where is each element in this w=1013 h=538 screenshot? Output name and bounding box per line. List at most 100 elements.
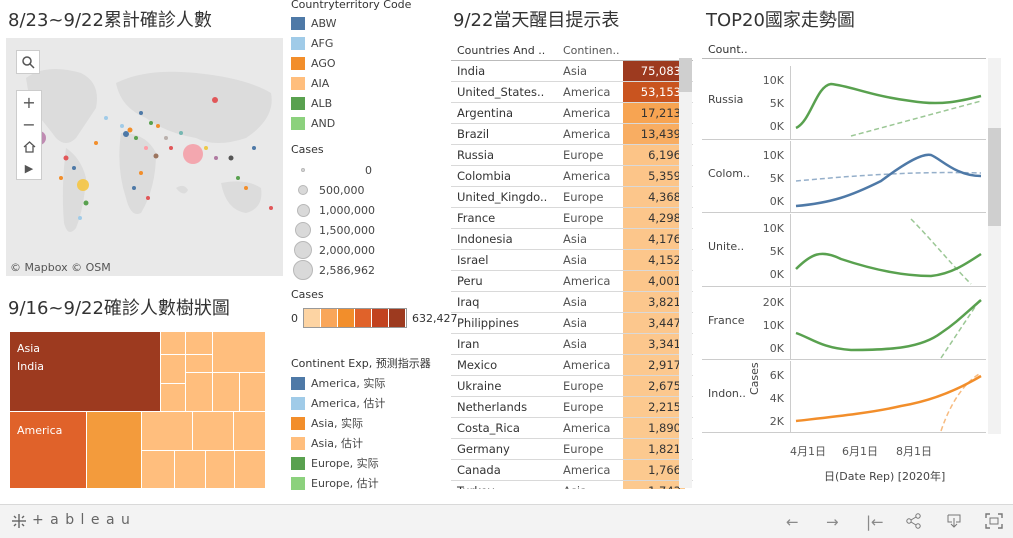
color-ramp-step xyxy=(304,309,321,327)
treemap-cell[interactable] xyxy=(234,450,266,489)
world-map[interactable]: + − ▶ © Mapbox © OSM xyxy=(6,38,283,276)
treemap-cell[interactable] xyxy=(233,411,266,451)
table-row[interactable]: United_Kingdo.. Europe 4,368 xyxy=(451,187,693,208)
table-row[interactable]: TurkeyAsia1,743 xyxy=(451,481,693,489)
cell-value: 53,153 xyxy=(623,82,685,102)
col-country-header[interactable]: Countries And .. xyxy=(451,44,557,57)
table-row[interactable]: Russia Europe 6,196 xyxy=(451,145,693,166)
table-row[interactable]: Israel Asia 4,152 xyxy=(451,250,693,271)
treemap-cell[interactable] xyxy=(174,450,206,489)
country-legend-item[interactable]: AFG xyxy=(291,33,337,53)
trend-panel[interactable]: Colom.. 10K 5K 0K xyxy=(702,141,986,213)
fullscreen-icon[interactable] xyxy=(985,513,1003,529)
table-row[interactable]: Ukraine Europe 2,675 xyxy=(451,376,693,397)
table-row[interactable]: Argentina America 17,213 xyxy=(451,103,693,124)
continent-legend-item[interactable]: Asia, 实际 xyxy=(291,413,385,433)
legend-label: ALB xyxy=(311,96,333,110)
size-legend: 0 500,000 1,000,000 1,500,000 2,000,000 2,586… xyxy=(291,160,375,280)
continent-legend-item[interactable]: Europe, 估计 xyxy=(291,473,385,493)
cell-country: Germany xyxy=(457,442,510,456)
table-row[interactable]: Brazil America 13,439 xyxy=(451,124,693,145)
download-icon[interactable] xyxy=(946,513,962,529)
legend-label: Europe, 实际 xyxy=(311,457,379,470)
treemap-cell[interactable] xyxy=(185,331,213,355)
table-row[interactable]: France Europe 4,298 xyxy=(451,208,693,229)
table-scroll-thumb[interactable] xyxy=(679,58,692,92)
cell-value: 75,083 xyxy=(623,61,685,81)
cell-continent: Asia xyxy=(563,337,588,351)
table-row[interactable]: India Asia 75,083 xyxy=(451,61,693,82)
continent-legend-item[interactable]: Asia, 估计 xyxy=(291,433,385,453)
x-tick-jun: 6月1日 xyxy=(842,445,878,458)
country-legend-item[interactable]: AIA xyxy=(291,73,337,93)
treemap-cell[interactable] xyxy=(160,383,186,412)
table-row[interactable]: Colombia America 5,359 xyxy=(451,166,693,187)
table-row[interactable]: Philippines Asia 3,447 xyxy=(451,313,693,334)
treemap-asia-others[interactable] xyxy=(160,331,266,412)
tableau-logo-text[interactable]: + a b l e a u xyxy=(32,512,131,528)
country-legend-item[interactable]: ALB xyxy=(291,93,337,113)
treemap-cell-india[interactable]: Asia India xyxy=(10,332,160,411)
treemap-cell[interactable] xyxy=(160,354,186,384)
treemap-cell[interactable] xyxy=(239,372,266,412)
share-icon[interactable] xyxy=(906,513,922,529)
table-row[interactable]: Peru America 4,001 xyxy=(451,271,693,292)
cell-continent: Europe xyxy=(563,379,604,393)
treemap-cell[interactable] xyxy=(205,450,235,489)
treemap-cell[interactable] xyxy=(212,372,240,412)
continent-legend-item[interactable]: Europe, 实际 xyxy=(291,453,385,473)
treemap-cell[interactable] xyxy=(141,411,193,451)
map-search-button[interactable] xyxy=(16,50,40,74)
trend-panel[interactable]: Russia 10K 5K 0K xyxy=(702,66,986,140)
color-ramp-step xyxy=(389,309,406,327)
undo-icon[interactable]: ← xyxy=(786,513,799,531)
country-legend-item[interactable]: AND xyxy=(291,113,337,133)
table-row[interactable]: Indonesia Asia 4,176 xyxy=(451,229,693,250)
trend-panel[interactable]: Indon.. 6K 4K 2K xyxy=(702,361,986,433)
treemap-cell[interactable] xyxy=(192,411,234,451)
treemap-cell-argentina[interactable] xyxy=(87,412,141,488)
treemap-cell[interactable] xyxy=(185,372,213,412)
trend-panel[interactable]: Unite.. 10K 5K 0K xyxy=(702,214,986,287)
treemap-cell[interactable] xyxy=(160,331,186,355)
table-row[interactable]: United_States.. America 53,153 xyxy=(451,82,693,103)
revert-icon[interactable]: |← xyxy=(866,513,884,531)
table-row[interactable]: Iran Asia 3,341 xyxy=(451,334,693,355)
pan-toggle-button[interactable]: ▶ xyxy=(17,157,41,179)
home-button[interactable] xyxy=(17,135,41,157)
table-row[interactable]: Iraq Asia 3,821 xyxy=(451,292,693,313)
cell-value: 4,001 xyxy=(623,271,685,291)
redo-icon[interactable]: → xyxy=(826,513,839,531)
country-legend-item[interactable]: ABW xyxy=(291,13,337,33)
zoom-in-button[interactable]: + xyxy=(17,91,41,113)
y-tick: 5K xyxy=(769,172,784,185)
continent-legend-item[interactable]: America, 实际 xyxy=(291,373,385,393)
col-continent-header[interactable]: Continen.. xyxy=(557,44,623,57)
legend-swatch xyxy=(291,416,305,430)
trend-scroll-thumb[interactable] xyxy=(988,128,1001,226)
table-row[interactable]: Costa_Rica America 1,890 xyxy=(451,418,693,439)
trend-scrollbar[interactable] xyxy=(988,58,1001,434)
table-row[interactable]: Mexico America 2,917 xyxy=(451,355,693,376)
continent-legend-item[interactable]: America, 估计 xyxy=(291,393,385,413)
table-row[interactable]: Netherlands Europe 2,215 xyxy=(451,397,693,418)
zoom-out-button[interactable]: − xyxy=(17,113,41,135)
trend-line xyxy=(795,299,982,352)
table-row[interactable]: Canada America 1,766 xyxy=(451,460,693,481)
treemap-cell[interactable] xyxy=(141,450,175,489)
treemap-cell-us[interactable]: America xyxy=(10,412,86,488)
treemap-cell[interactable] xyxy=(185,354,213,373)
legend-label: ABW xyxy=(311,16,337,30)
table-scrollbar[interactable] xyxy=(679,58,692,488)
highlight-table[interactable]: Countries And .. Continen.. India Asia 75,… xyxy=(451,40,693,489)
treemap[interactable]: Asia India America xyxy=(10,331,266,489)
cell-value: 2,675 xyxy=(623,376,685,396)
table-row[interactable]: Germany Europe 1,821 xyxy=(451,439,693,460)
trend-panel[interactable]: France 20K 10K 0K xyxy=(702,288,986,360)
map-credits: © Mapbox © OSM xyxy=(10,261,111,274)
size-legend-item: 2,000,000 xyxy=(291,240,375,260)
treemap-america-others[interactable] xyxy=(141,411,266,489)
cell-country: Costa_Rica xyxy=(457,421,520,435)
treemap-cell[interactable] xyxy=(212,331,266,373)
country-legend-item[interactable]: AGO xyxy=(291,53,337,73)
